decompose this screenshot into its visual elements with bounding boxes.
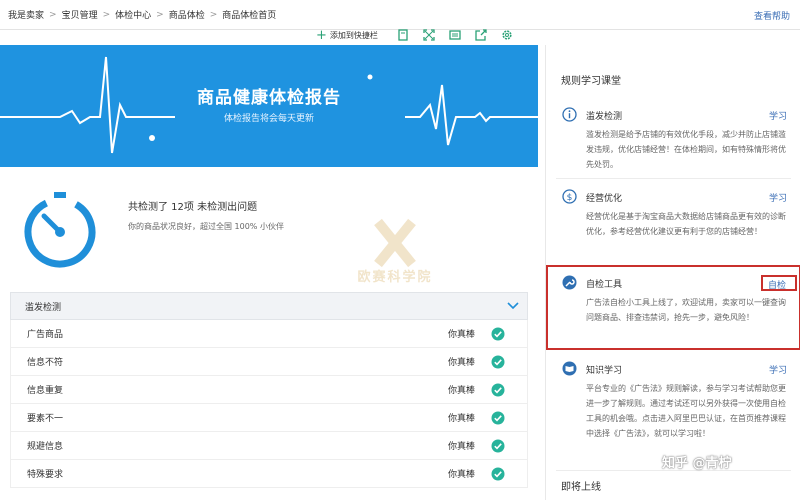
check-circle-icon [491, 411, 505, 428]
check-summary: 共检测了 12项 未检测出问题 你的商品状况良好，超过全国 100% 小伙伴 [0, 168, 538, 288]
rule-learn-link[interactable]: 学习 [769, 363, 787, 376]
book-open-icon [562, 361, 577, 379]
breadcrumb-separator: > [102, 9, 111, 20]
check-row-ad-products: 广告商品 你真棒 [10, 320, 528, 348]
add-to-shortcut-button[interactable]: + 添加到快捷栏 [310, 29, 384, 42]
coming-soon-heading: 即将上线 [561, 482, 601, 493]
rule-description: 广告法自检小工具上线了，欢迎试用，卖家可以一键查询问题商品、排查违禁词，抢先一步… [586, 298, 786, 322]
check-row-status: 你真棒 [447, 330, 475, 340]
expand-icon[interactable] [422, 28, 436, 42]
rule-description: 经营优化是基于淘宝商品大数据给店铺商品更有效的诊断优化，参考经营优化建议更有利于… [586, 212, 786, 236]
check-row-status: 你真棒 [447, 358, 475, 368]
breadcrumb-item-check-center[interactable]: 体检中心 [115, 8, 151, 21]
summary-title: 共检测了 12项 未检测出问题 [128, 202, 258, 213]
breadcrumb-separator: > [156, 9, 164, 20]
rule-learn-link[interactable]: 学习 [769, 109, 787, 122]
rule-name: 经营优化 [586, 194, 623, 204]
spam-check-header-label: 滥发检测 [25, 302, 62, 313]
check-row-special-requirements: 特殊要求 你真棒 [10, 460, 528, 488]
breadcrumb-item-item-manage[interactable]: 宝贝管理 [62, 8, 98, 21]
check-circle-icon [491, 355, 505, 372]
rule-item-operation-optimize: $ 经营优化 学习 经营优化是基于淘宝商品大数据给店铺商品更有效的诊断优化，参考… [556, 189, 800, 259]
breadcrumb-separator: > [49, 9, 57, 20]
check-row-label: 信息重复 [27, 386, 64, 396]
check-row-label: 信息不符 [27, 358, 64, 368]
check-circle-icon [491, 439, 505, 456]
check-row-status: 你真棒 [447, 470, 475, 480]
check-circle-icon [491, 383, 505, 400]
chevron-down-icon[interactable] [507, 301, 519, 314]
settings-icon[interactable] [500, 28, 514, 42]
dollar-icon: $ [562, 189, 577, 207]
svg-text:$: $ [567, 193, 573, 203]
image-icon[interactable] [448, 28, 462, 42]
info-icon [562, 107, 577, 125]
rules-panel-title: 规则学习课堂 [561, 76, 621, 87]
stopwatch-icon [20, 190, 100, 273]
check-circle-icon [491, 327, 505, 344]
rule-description: 平台专业的《广告法》规则解读，参与学习考试帮助您更进一步了解规则。通过考试还可以… [586, 384, 786, 438]
spam-check-panel: 滥发检测 广告商品 你真棒 信息不符 你真棒 信息重复 你真棒 要素不一 你真棒… [10, 292, 528, 500]
breadcrumb-separator: > [209, 9, 218, 20]
rule-learn-link[interactable]: 学习 [769, 191, 787, 204]
help-link[interactable]: 查看帮助 [754, 9, 790, 22]
summary-description: 你的商品状况良好，超过全国 100% 小伙伴 [128, 222, 284, 231]
breadcrumb-item-current: 商品体检首页 [222, 11, 277, 21]
self-check-link[interactable]: 自检 [768, 278, 786, 291]
rule-description: 滥发检测是给予店铺的有效优化手段，减少并防止店铺滥发违规，优化店铺经营！在体检期… [586, 130, 786, 169]
zhihu-watermark: 知乎 @青柠 [662, 456, 732, 471]
rules-learning-panel: 规则学习课堂 滥发检测 学习 滥发检测是给予店铺的有效优化手段，减少并防止店铺滥… [545, 45, 800, 500]
plus-icon: + [316, 27, 327, 43]
check-row-info-mismatch: 信息不符 你真棒 [10, 348, 528, 376]
share-icon[interactable] [474, 28, 488, 42]
divider [556, 178, 791, 179]
breadcrumb-item-seller[interactable]: 我是卖家 [8, 8, 44, 21]
wrench-icon [562, 275, 577, 293]
check-row-status: 你真棒 [447, 386, 475, 396]
check-row-info-duplicate: 信息重复 你真棒 [10, 376, 528, 404]
check-circle-icon [491, 467, 505, 484]
rule-name: 自检工具 [586, 280, 623, 290]
check-row-label: 特殊要求 [27, 470, 64, 480]
rule-name: 滥发检测 [586, 112, 623, 122]
check-row-status: 你真棒 [447, 442, 475, 452]
check-row-element-inconsistent: 要素不一 你真棒 [10, 404, 528, 432]
book-icon[interactable] [396, 28, 410, 42]
rule-name: 知识学习 [586, 366, 623, 376]
check-row-status: 你真棒 [447, 414, 475, 424]
self-check-highlight-box: 自检工具 广告法自检小工具上线了，欢迎试用，卖家可以一键查询问题商品、排查违禁词… [546, 265, 800, 350]
add-to-shortcut-label: 添加到快捷栏 [329, 30, 378, 40]
health-report-banner: 商品健康体检报告 体检报告将会每天更新 [0, 45, 538, 167]
check-row-evasion-info: 规避信息 你真棒 [10, 432, 528, 460]
rule-item-spam-check: 滥发检测 学习 滥发检测是给予店铺的有效优化手段，减少并防止店铺滥发违规，优化店… [556, 107, 800, 177]
breadcrumb-item-product-check[interactable]: 商品体检 [169, 8, 205, 21]
banner-subtitle: 体检报告将会每天更新 [223, 114, 314, 124]
check-row-label: 要素不一 [27, 414, 64, 424]
check-row-label: 规避信息 [27, 442, 64, 452]
check-row-label: 广告商品 [27, 330, 64, 340]
spam-check-header[interactable]: 滥发检测 [10, 292, 528, 320]
quick-toolbar: + 添加到快捷栏 [310, 26, 514, 44]
banner-title: 商品健康体检报告 [197, 88, 341, 108]
self-check-link-box: 自检 [761, 275, 797, 291]
